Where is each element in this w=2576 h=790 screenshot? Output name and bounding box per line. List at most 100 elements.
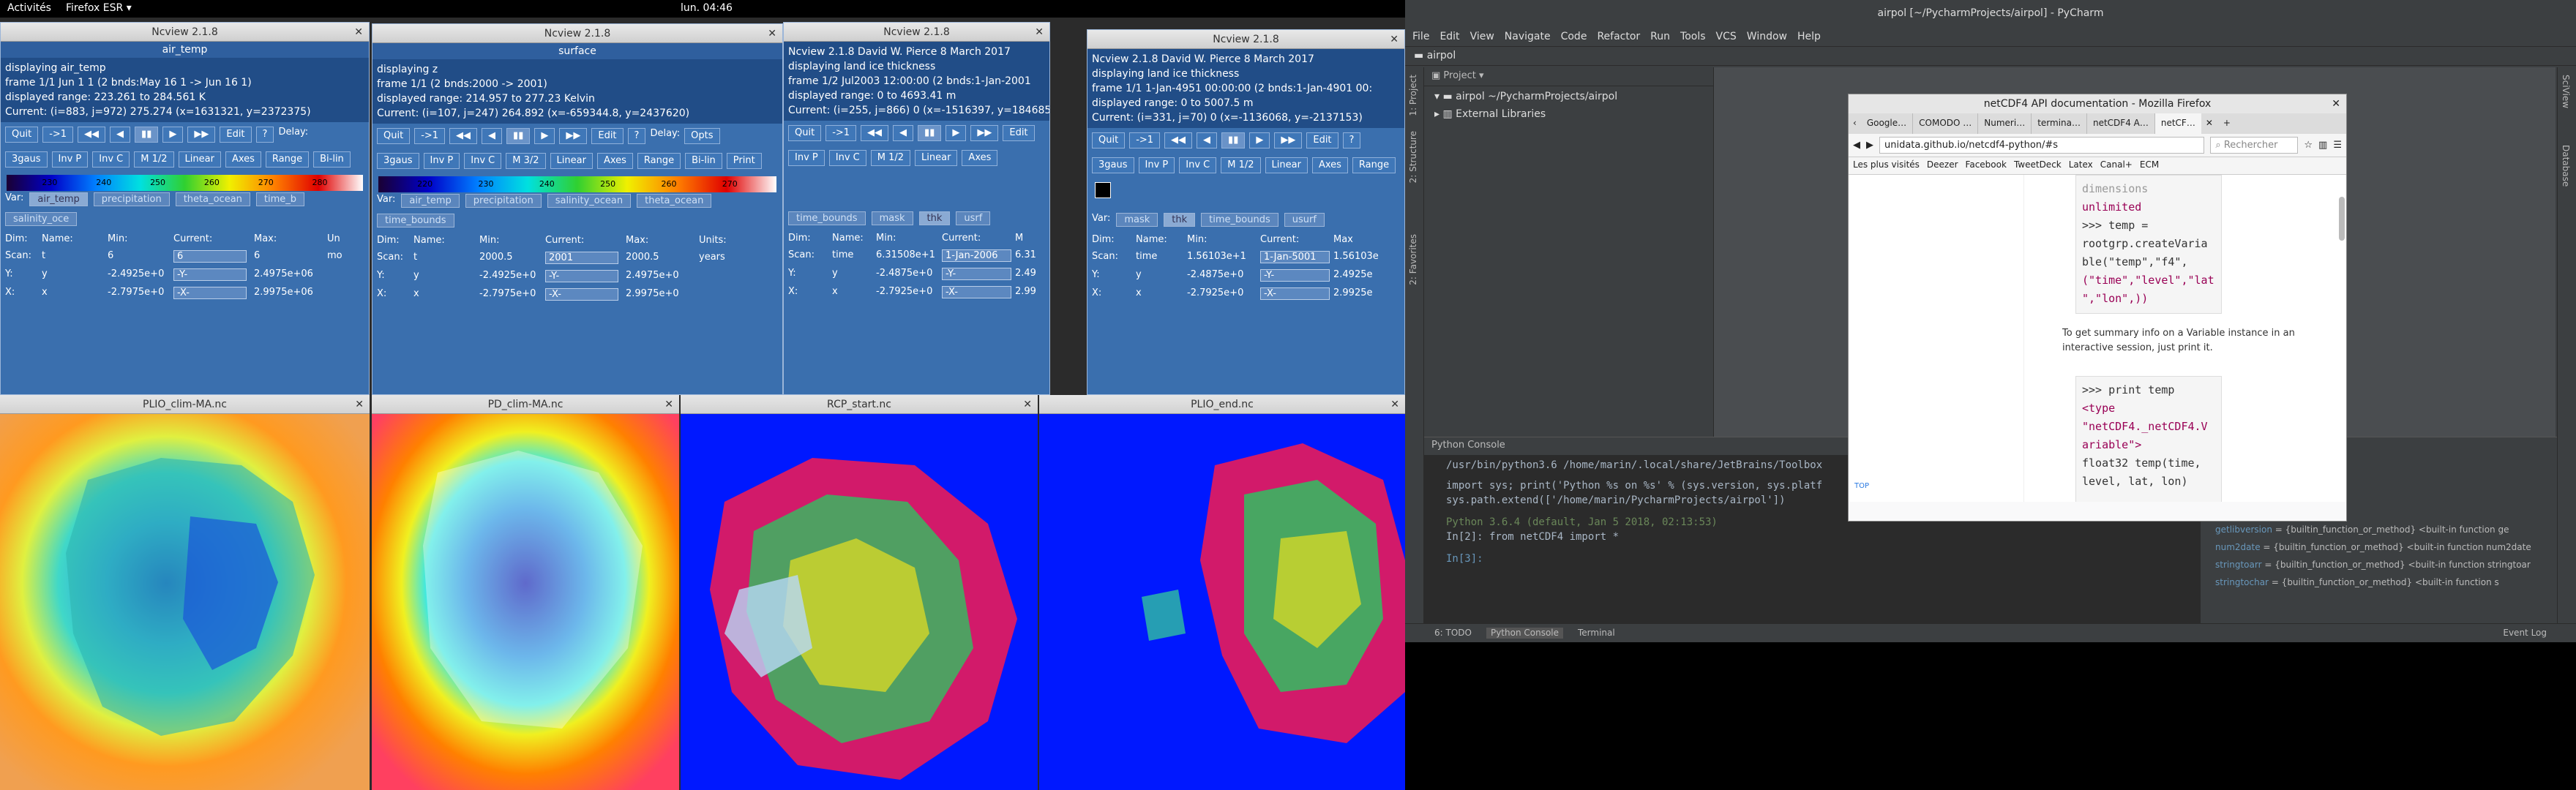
axes-button[interactable]: Axes — [225, 151, 261, 168]
quit-button[interactable]: Quit — [788, 125, 822, 141]
menu-item[interactable]: Tools — [1680, 31, 1706, 42]
bookmark[interactable]: Latex — [2069, 159, 2093, 172]
menu-item[interactable]: Code — [1561, 31, 1587, 42]
top-link[interactable]: TOP — [1854, 482, 1869, 490]
close-icon[interactable]: ✕ — [1390, 30, 1399, 49]
bookmark[interactable]: Deezer — [1927, 159, 1958, 172]
axes-button[interactable]: Axes — [1311, 157, 1348, 173]
close-icon[interactable]: ✕ — [768, 24, 776, 43]
todo-tab[interactable]: 6: TODO — [1434, 628, 1472, 639]
var-button[interactable]: time_bounds — [1201, 213, 1278, 227]
bookmark[interactable]: Facebook — [1966, 159, 2007, 172]
quit-button[interactable]: Quit — [1092, 132, 1126, 148]
edit-button[interactable]: Edit — [1003, 125, 1035, 141]
menu-item[interactable]: Navigate — [1505, 31, 1551, 42]
invert-colormap-button[interactable]: Inv C — [464, 153, 502, 169]
rewind-button[interactable]: ◀◀ — [78, 127, 106, 143]
menu-item[interactable]: File — [1412, 31, 1429, 42]
close-icon[interactable]: ✕ — [1390, 395, 1399, 414]
var-button[interactable]: precipitation — [465, 194, 542, 208]
library-icon[interactable]: ▥ — [2318, 140, 2327, 151]
bookmark[interactable]: ECM — [2140, 159, 2159, 172]
transform-button[interactable]: Linear — [550, 153, 593, 169]
var-button[interactable]: theta_ocean — [175, 192, 250, 206]
tool-tab-favorites[interactable]: 2: Favorites — [1405, 227, 1421, 592]
close-icon[interactable]: ✕ — [1035, 23, 1044, 42]
axes-button[interactable]: Axes — [596, 153, 633, 169]
dim-current[interactable]: -Y- — [1260, 269, 1330, 282]
invert-colormap-button[interactable]: Inv C — [1179, 157, 1217, 173]
menu-item[interactable]: VCS — [1716, 31, 1737, 42]
close-icon[interactable]: ✕ — [354, 23, 363, 42]
rewind-button[interactable]: ◀◀ — [861, 125, 889, 141]
dim-current[interactable]: 1-Jan-2006 — [942, 249, 1011, 262]
edit-button[interactable]: Edit — [220, 127, 252, 143]
menu-item[interactable]: Run — [1650, 31, 1670, 42]
opts-button[interactable]: Opts — [684, 128, 720, 144]
colormap-button[interactable]: 3gaus — [1092, 157, 1134, 173]
dim-current[interactable]: -X- — [942, 286, 1011, 298]
range-button[interactable]: Range — [265, 151, 310, 168]
pause-button[interactable]: ▮▮ — [1221, 132, 1246, 148]
menu-item[interactable]: Window — [1747, 31, 1787, 42]
fast-forward-button[interactable]: ▶▶ — [187, 127, 216, 143]
back-button[interactable]: ◀ — [1197, 132, 1218, 148]
fast-forward-button[interactable]: ▶▶ — [559, 128, 588, 144]
console-prompt[interactable]: In[3]: — [1446, 552, 2193, 566]
map-image[interactable] — [1039, 414, 1405, 790]
first-frame-button[interactable]: ->1 — [825, 125, 857, 141]
forward-button[interactable]: ▶ — [946, 125, 967, 141]
colormap-button[interactable]: 3gaus — [377, 153, 419, 169]
bookmark[interactable]: Canal+ — [2100, 159, 2133, 172]
help-button[interactable]: ? — [627, 128, 646, 144]
invert-colormap-button[interactable]: Inv C — [828, 150, 866, 166]
close-icon[interactable]: ✕ — [355, 395, 364, 414]
star-icon[interactable]: ☆ — [2304, 140, 2313, 151]
variable-row[interactable]: stringtoarr = {builtin_function_or_metho… — [2201, 556, 2557, 573]
dim-current[interactable]: 6 — [173, 250, 247, 263]
tab-scroll-left[interactable]: ‹ — [1849, 113, 1861, 134]
var-button[interactable]: mask — [1116, 213, 1158, 227]
rewind-button[interactable]: ◀◀ — [1164, 132, 1193, 148]
activities-button[interactable]: Activités — [7, 2, 51, 14]
dim-current[interactable]: -X- — [1260, 287, 1330, 300]
fast-forward-button[interactable]: ▶▶ — [1274, 132, 1303, 148]
var-button[interactable]: usrf — [956, 211, 991, 225]
colormap-button[interactable]: 3gaus — [5, 151, 48, 168]
transform-button[interactable]: Linear — [1265, 157, 1308, 173]
browser-tab[interactable]: Numeri… — [1978, 113, 2032, 134]
var-button[interactable]: thk — [1164, 213, 1196, 227]
variable-row[interactable]: stringtochar = {builtin_function_or_meth… — [2201, 573, 2557, 591]
var-button[interactable]: mask — [871, 211, 913, 225]
edit-button[interactable]: Edit — [591, 128, 624, 144]
magnification-button[interactable]: M 1/2 — [1221, 157, 1261, 173]
map-image[interactable] — [0, 414, 370, 790]
tree-item[interactable]: ▸ ▥ External Libraries — [1424, 107, 1713, 121]
var-button[interactable]: air_temp — [29, 192, 88, 206]
rewind-button[interactable]: ◀◀ — [449, 128, 478, 144]
first-frame-button[interactable]: ->1 — [414, 128, 446, 144]
dim-current[interactable]: 2001 — [545, 252, 618, 264]
close-icon[interactable]: ✕ — [2332, 94, 2340, 113]
invert-physical-button[interactable]: Inv P — [1138, 157, 1175, 173]
interp-button[interactable]: Bi-lin — [685, 153, 722, 169]
quit-button[interactable]: Quit — [377, 128, 411, 144]
browser-tab[interactable]: Google… — [1861, 113, 1914, 134]
pause-button[interactable]: ▮▮ — [135, 127, 159, 143]
range-button[interactable]: Range — [1352, 157, 1396, 173]
var-button[interactable]: time_bounds — [788, 211, 866, 225]
new-tab-button[interactable]: + — [2217, 113, 2236, 134]
back-button[interactable]: ◀ — [893, 125, 914, 141]
clock[interactable]: lun. 04:46 — [681, 2, 733, 14]
browser-tab[interactable]: netCDF4 A… — [2087, 113, 2155, 134]
menu-item[interactable]: Refactor — [1597, 31, 1640, 42]
forward-button[interactable]: ▶ — [534, 128, 555, 144]
edit-button[interactable]: Edit — [1306, 132, 1338, 148]
var-button[interactable]: usurf — [1284, 213, 1325, 227]
close-icon[interactable]: ✕ — [1023, 395, 1032, 414]
map-image[interactable] — [681, 414, 1038, 790]
magnification-button[interactable]: M 1/2 — [870, 150, 911, 166]
var-button[interactable]: salinity_ocean — [547, 194, 632, 208]
terminal-tab[interactable]: Terminal — [1578, 628, 1615, 639]
var-button[interactable]: salinity_oce — [5, 212, 78, 226]
